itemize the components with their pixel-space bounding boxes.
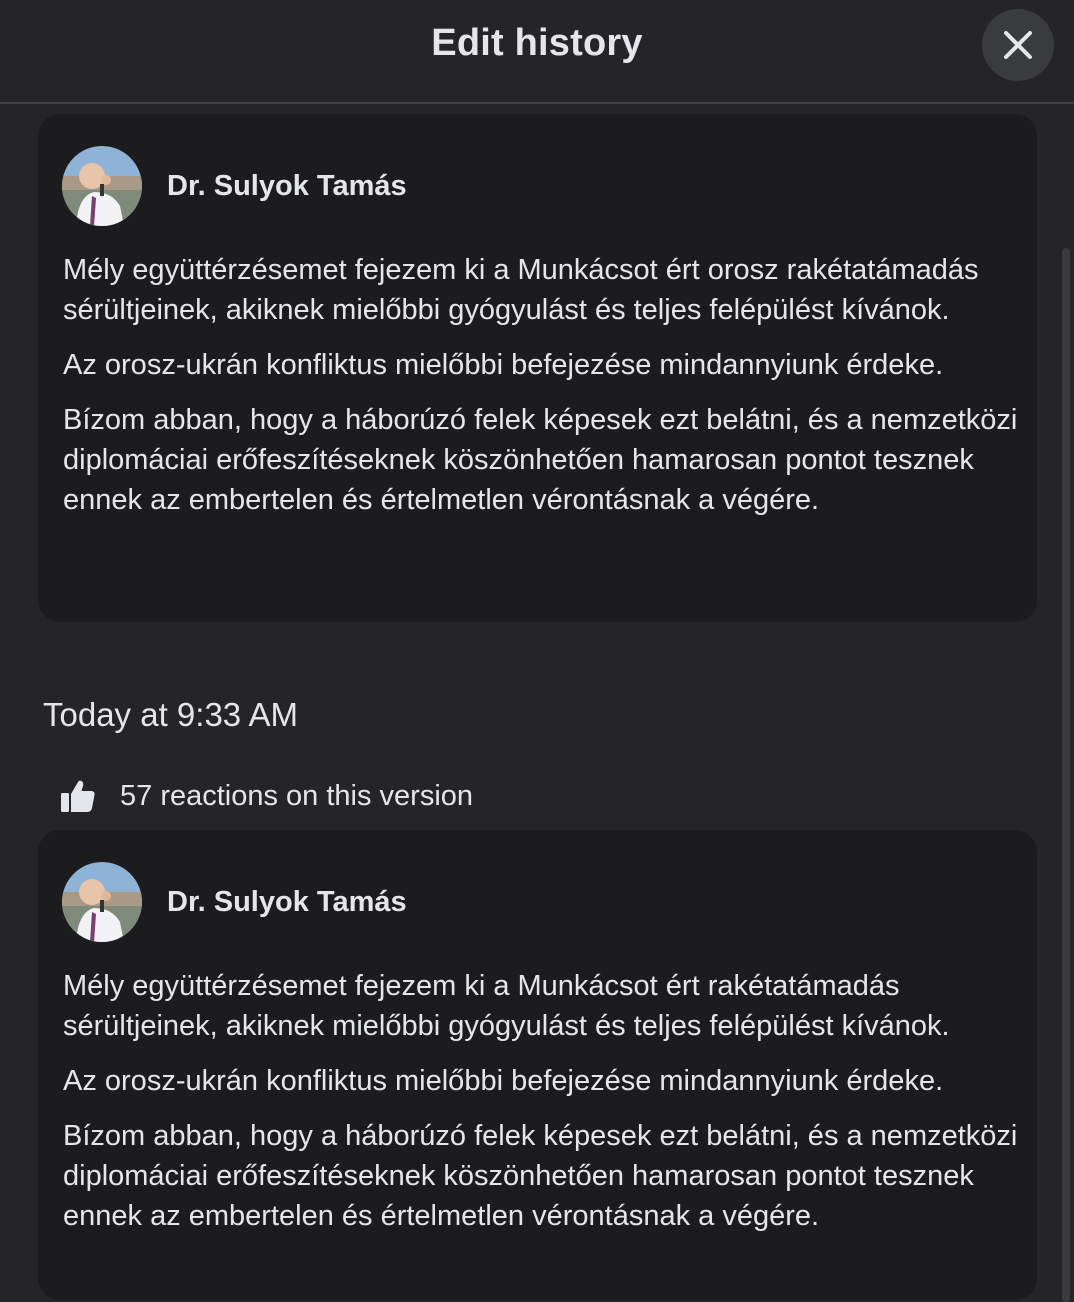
close-button[interactable] — [982, 9, 1054, 81]
profile-photo — [62, 146, 142, 226]
post-text: Mély együttérzésemet fejezem ki a Munkác… — [63, 250, 1023, 535]
author-name[interactable]: Dr. Sulyok Tamás — [167, 886, 407, 919]
thumbs-up-icon — [61, 780, 95, 812]
avatar[interactable] — [62, 146, 142, 226]
post-version-card: Dr. Sulyok Tamás Mély együttérzésemet fe… — [38, 830, 1037, 1300]
post-version-card: Dr. Sulyok Tamás Mély együttérzésemet fe… — [38, 114, 1037, 622]
version-timestamp: Today at 9:33 AM — [43, 696, 298, 733]
post-paragraph: Bízom abban, hogy a háborúzó felek képes… — [63, 1120, 1018, 1232]
post-paragraph: Mély együttérzésemet fejezem ki a Munkác… — [63, 254, 979, 326]
scrollbar[interactable] — [1062, 248, 1070, 1302]
dialog-title: Edit history — [431, 22, 643, 64]
avatar[interactable] — [62, 862, 142, 942]
post-paragraph: Az orosz-ukrán konfliktus mielőbbi befej… — [63, 1065, 944, 1097]
post-paragraph: Az orosz-ukrán konfliktus mielőbbi befej… — [63, 349, 944, 381]
reactions-summary[interactable]: 57 reactions on this version — [60, 776, 473, 816]
dialog-header: Edit history — [0, 0, 1074, 104]
author-name[interactable]: Dr. Sulyok Tamás — [167, 170, 407, 203]
post-text: Mély együttérzésemet fejezem ki a Munkác… — [63, 966, 1023, 1251]
post-paragraph: Bízom abban, hogy a háborúzó felek képes… — [63, 404, 1018, 516]
post-paragraph: Mély együttérzésemet fejezem ki a Munkác… — [63, 970, 950, 1042]
edit-history-list[interactable]: Dr. Sulyok Tamás Mély együttérzésemet fe… — [0, 104, 1074, 1302]
close-icon — [1004, 31, 1032, 59]
profile-photo — [62, 862, 142, 942]
reactions-count-label: 57 reactions on this version — [120, 779, 474, 812]
